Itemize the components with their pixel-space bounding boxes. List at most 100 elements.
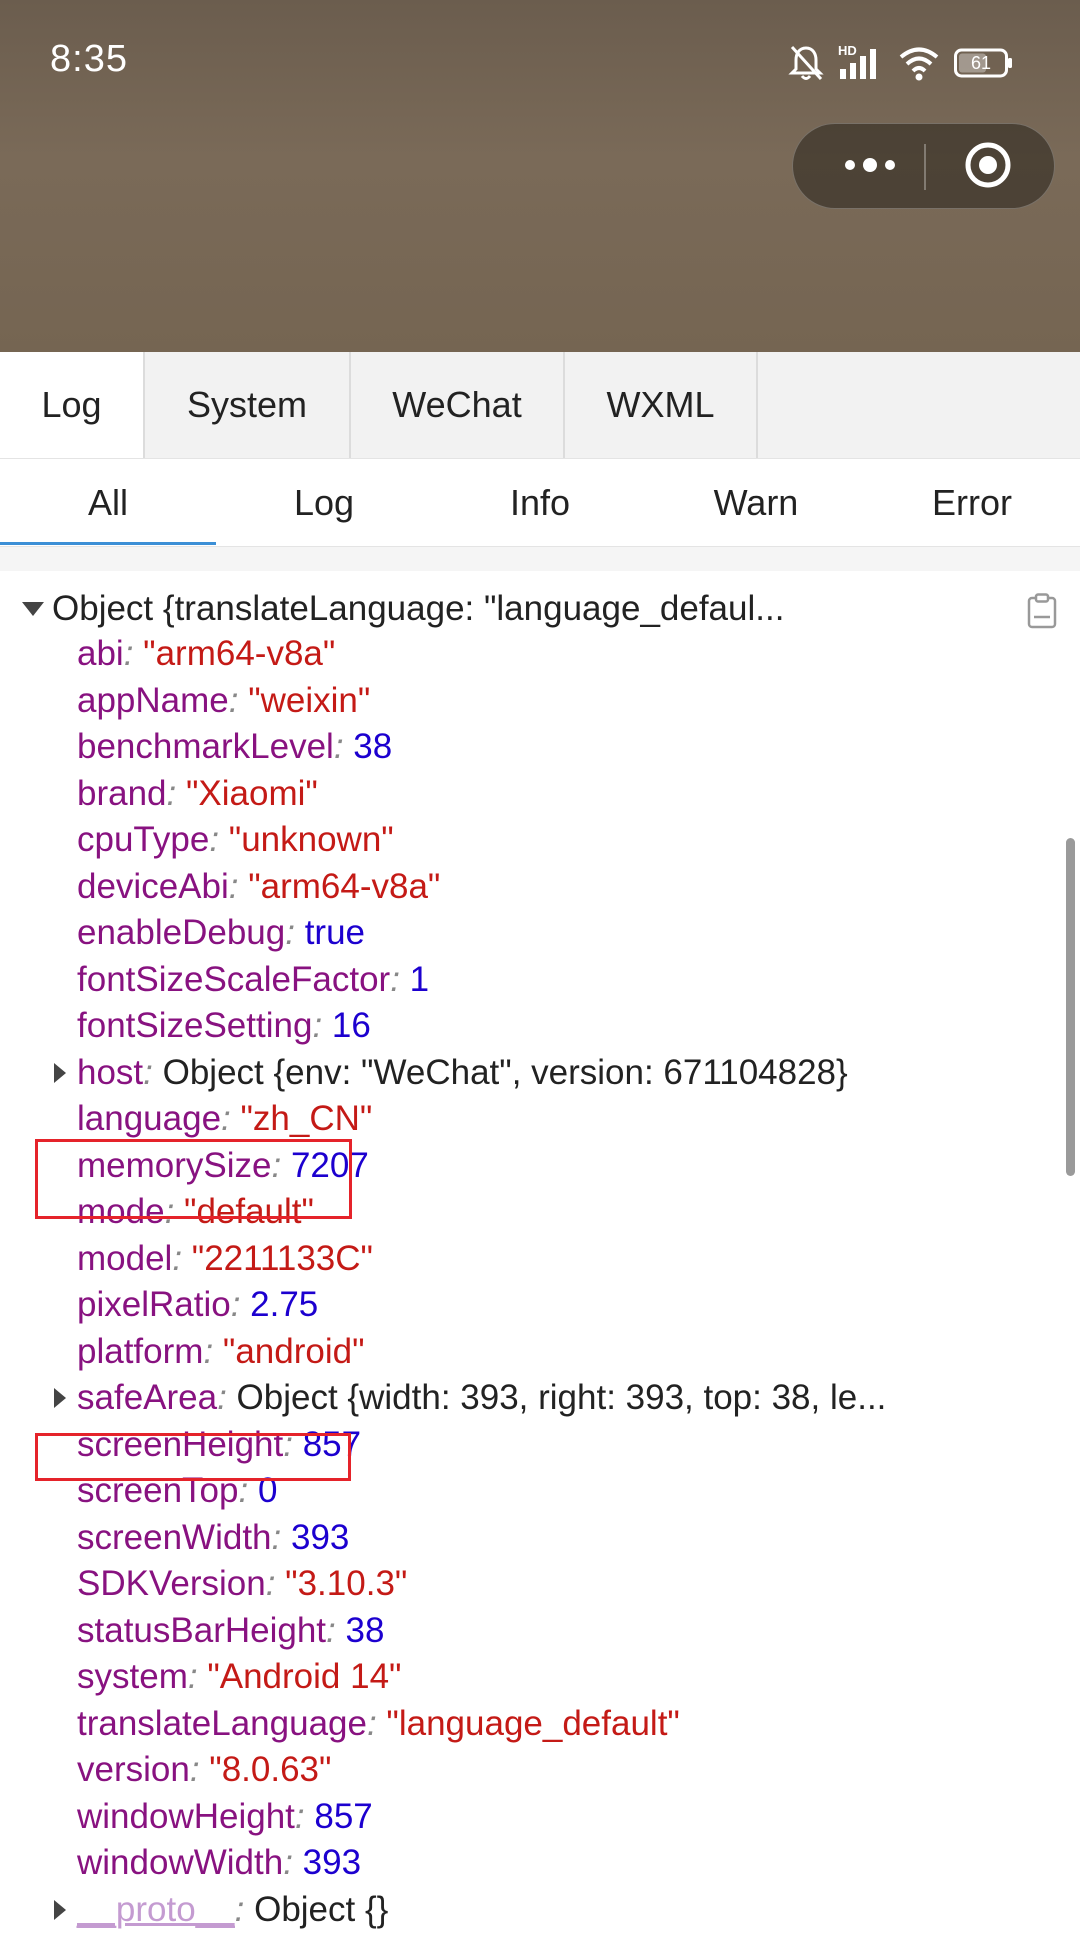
property-key: model xyxy=(77,1238,173,1278)
property-row-deviceabi: deviceAbi: "arm64-v8a" xyxy=(0,864,1000,911)
property-value: 1 xyxy=(409,959,430,999)
property-row-abi: abi: "arm64-v8a" xyxy=(0,631,1000,678)
property-colon: : xyxy=(203,1331,223,1371)
object-header[interactable]: Object {translateLanguage: "language_def… xyxy=(22,587,784,631)
battery-icon: 61 xyxy=(954,48,1014,78)
property-colon: : xyxy=(265,1564,286,1603)
property-key: fontSizeScaleFactor xyxy=(77,959,391,999)
network-label: HD xyxy=(838,43,857,58)
console-output: Object {translateLanguage: "language_def… xyxy=(0,571,1080,1957)
property-key: language xyxy=(77,1099,222,1138)
property-row-safearea[interactable]: safeArea: Object {width: 393, right: 393… xyxy=(0,1375,1000,1422)
property-row-windowheight: windowHeight: 857 xyxy=(0,1794,1000,1841)
tab-wxml[interactable]: WXML xyxy=(565,352,758,458)
status-time: 8:35 xyxy=(50,38,128,80)
signal-icon: HD xyxy=(838,43,884,83)
property-value: true xyxy=(304,913,366,952)
property-row-platform: platform: "android" xyxy=(0,1329,1000,1376)
property-row-cputype: cpuType: "unknown" xyxy=(0,817,1000,864)
property-value: Object {} xyxy=(254,1889,389,1929)
clipboard-icon[interactable] xyxy=(1026,593,1058,634)
property-row-translatelanguage: translateLanguage: "language_default" xyxy=(0,1701,1000,1748)
property-value: 16 xyxy=(331,1006,371,1045)
property-key: system xyxy=(77,1657,188,1696)
wifi-icon xyxy=(898,45,940,81)
property-value: "Xiaomi" xyxy=(185,773,318,813)
status-icons: HD 61 xyxy=(788,40,1014,86)
expand-arrow-icon[interactable] xyxy=(54,1899,66,1920)
property-row-language: language: "zh_CN" xyxy=(0,1096,1000,1143)
property-key: version xyxy=(77,1750,190,1789)
property-value: 393 xyxy=(290,1517,350,1557)
property-key: deviceAbi xyxy=(77,866,229,906)
property-colon: : xyxy=(366,1703,387,1743)
battery-level: 61 xyxy=(971,53,991,73)
property-key: SDKVersion xyxy=(77,1564,266,1603)
property-value: 857 xyxy=(314,1796,373,1836)
tab-system[interactable]: System xyxy=(145,352,351,458)
property-row-statusbarheight: statusBarHeight: 38 xyxy=(0,1608,1000,1655)
property-colon: : xyxy=(166,773,186,813)
more-dots-icon xyxy=(842,157,898,178)
property-colon: : xyxy=(228,680,249,720)
property-colon: : xyxy=(230,1285,251,1324)
console-scrollbar[interactable] xyxy=(1066,838,1075,1176)
property-value: 393 xyxy=(302,1843,362,1882)
property-colon: : xyxy=(172,1238,192,1278)
property-list: abi: "arm64-v8a" appName: "weixin" benchma… xyxy=(0,631,1000,1933)
tab-log[interactable]: Log xyxy=(0,352,145,458)
property-colon: : xyxy=(234,1889,255,1929)
property-value: "arm64-v8a" xyxy=(143,634,336,673)
property-colon: : xyxy=(333,727,354,766)
highlight-window-height xyxy=(35,1433,351,1481)
property-row-windowwidth: windowWidth: 393 xyxy=(0,1840,1000,1887)
filter-warn[interactable]: Warn xyxy=(648,459,864,547)
property-value: "zh_CN" xyxy=(240,1099,373,1138)
property-colon: : xyxy=(283,1843,303,1882)
property-key: benchmarkLevel xyxy=(77,727,334,766)
property-row-fontsizesetting: fontSizeSetting: 16 xyxy=(0,1003,1000,1050)
filter-log[interactable]: Log xyxy=(216,459,432,547)
property-row-brand: brand: "Xiaomi" xyxy=(0,771,1000,818)
property-row-version: version: "8.0.63" xyxy=(0,1747,1000,1794)
property-value: "arm64-v8a" xyxy=(248,866,441,906)
property-row-system: system: "Android 14" xyxy=(0,1654,1000,1701)
mini-program-capsule xyxy=(792,123,1055,209)
active-filter-indicator xyxy=(0,542,216,545)
property-key: enableDebug xyxy=(77,913,286,952)
property-colon: : xyxy=(217,1378,237,1417)
circle-record-icon xyxy=(963,140,1013,195)
property-colon: : xyxy=(294,1796,315,1836)
property-key: __proto__ xyxy=(77,1889,235,1929)
property-value: "android" xyxy=(222,1331,365,1371)
expand-arrow-icon[interactable] xyxy=(54,1388,66,1408)
property-row-host[interactable]: host: Object {env: "WeChat", version: 67… xyxy=(0,1050,1000,1097)
filter-all[interactable]: All xyxy=(0,459,216,547)
property-value: "language_default" xyxy=(386,1703,680,1743)
property-row-benchmarklevel: benchmarkLevel: 38 xyxy=(0,724,1000,771)
collapse-arrow-icon[interactable] xyxy=(22,602,44,616)
tab-wechat[interactable]: WeChat xyxy=(351,352,565,458)
property-row-pixelratio: pixelRatio: 2.75 xyxy=(0,1282,1000,1329)
property-value: "2211133C" xyxy=(191,1238,373,1278)
property-key: safeArea xyxy=(77,1378,218,1417)
property-row-enabledebug: enableDebug: true xyxy=(0,910,1000,957)
property-key: platform xyxy=(77,1331,204,1371)
property-row-proto[interactable]: __proto__: Object {} xyxy=(0,1887,1000,1934)
property-colon: : xyxy=(187,1657,208,1696)
filter-info[interactable]: Info xyxy=(432,459,648,547)
property-row-screenwidth: screenWidth: 393 xyxy=(0,1515,1000,1562)
property-key: appName xyxy=(77,680,229,720)
property-colon: : xyxy=(285,913,305,952)
filter-error[interactable]: Error xyxy=(864,459,1080,547)
property-colon: : xyxy=(271,1517,291,1557)
property-colon: : xyxy=(189,1750,210,1789)
expand-arrow-icon[interactable] xyxy=(54,1062,66,1083)
property-key: screenWidth xyxy=(77,1517,272,1557)
property-row-appname: appName: "weixin" xyxy=(0,678,1000,725)
close-button[interactable] xyxy=(938,124,1038,210)
property-value: 2.75 xyxy=(250,1285,319,1324)
more-button[interactable] xyxy=(825,124,915,210)
property-value: "Android 14" xyxy=(207,1657,402,1696)
property-value: 38 xyxy=(345,1610,385,1650)
